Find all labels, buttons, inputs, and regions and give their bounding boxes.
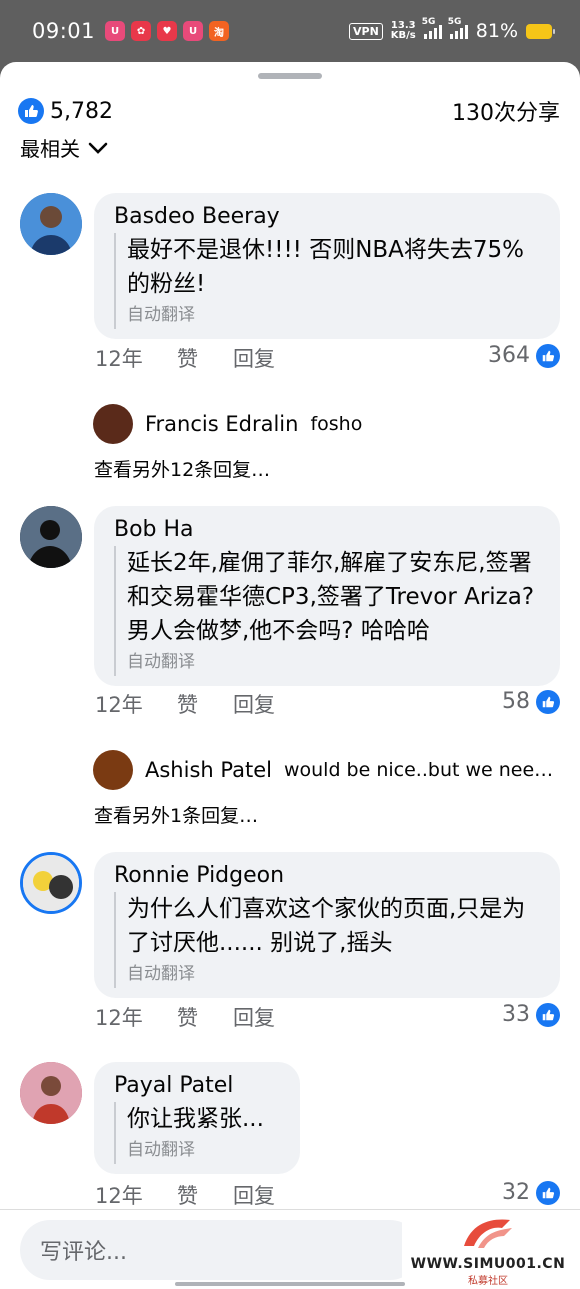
comment-actions: 12年 赞 回复 — [95, 689, 275, 719]
watermark-subtext: 私募社区 — [468, 1276, 508, 1287]
avatar[interactable] — [93, 404, 133, 444]
signal-label: 5G — [447, 17, 462, 27]
comment-composer: 写评论... WWW.SIMU001.CN 私募社区 — [0, 1209, 580, 1289]
reply-button[interactable]: 回复 — [233, 1002, 275, 1032]
view-more-replies-link[interactable]: 查看另外12条回复… — [94, 455, 270, 482]
vpn-icon: VPN — [349, 22, 383, 40]
net-speed: 13.3 KB/s — [391, 21, 416, 41]
comment-time: 12年 — [95, 1184, 143, 1208]
sort-label: 最相关 — [20, 137, 80, 161]
like-count[interactable]: 5,782 — [50, 99, 113, 124]
reactions-row: 5,782 130次分享 — [18, 95, 560, 127]
auto-translate-label[interactable]: 自动翻译 — [114, 1136, 282, 1164]
clock: 09:01 — [32, 19, 96, 43]
signal-label: 5G — [421, 17, 436, 27]
comment-bubble[interactable]: Payal Patel 你让我紧张... 自动翻译 — [94, 1062, 300, 1174]
auto-translate-label[interactable]: 自动翻译 — [114, 648, 542, 676]
watermark-text: WWW.SIMU001.CN — [410, 1256, 566, 1272]
comment-time: 12年 — [95, 347, 143, 371]
signal-icon: 5G — [448, 17, 468, 39]
comment-like-count: 58 — [502, 689, 530, 714]
net-speed-unit: KB/s — [390, 30, 416, 41]
avatar[interactable] — [20, 1062, 82, 1124]
comment-like-count: 33 — [502, 1002, 530, 1027]
avatar[interactable] — [20, 506, 82, 568]
like-icon — [536, 1002, 560, 1027]
sort-dropdown[interactable]: 最相关 — [20, 133, 108, 162]
auto-translate-label[interactable]: 自动翻译 — [114, 301, 542, 329]
comment-time: 12年 — [95, 1006, 143, 1030]
comment-likes[interactable]: 33 — [502, 1002, 560, 1027]
reply-text: would be nice..but we nee… — [283, 759, 554, 781]
comment: Ronnie Pidgeon 为什么人们喜欢这个家伙的页面,只是为了讨厌他...… — [18, 852, 562, 1022]
like-icon — [536, 689, 560, 714]
like-icon — [536, 343, 560, 368]
comment-likes[interactable]: 32 — [502, 1180, 560, 1205]
reply-text: fosho — [310, 413, 363, 435]
avatar[interactable] — [20, 193, 82, 255]
reply-author[interactable]: Ashish Patel — [145, 758, 272, 782]
taobao-icon: 淘 — [209, 21, 230, 41]
home-indicator[interactable] — [175, 1282, 405, 1286]
signal-icon: 5G — [422, 17, 442, 39]
comment-bubble[interactable]: Ronnie Pidgeon 为什么人们喜欢这个家伙的页面,只是为了讨厌他...… — [94, 852, 560, 998]
like-button[interactable]: 赞 — [177, 1180, 233, 1210]
view-more-replies-link[interactable]: 查看另外1条回复… — [94, 801, 258, 828]
comment-bubble[interactable]: Bob Ha 延长2年,雇佣了菲尔,解雇了安东尼,签署和交易霍华德CP3,签署了… — [94, 506, 560, 686]
reply-button[interactable]: 回复 — [233, 1180, 275, 1210]
reply-button[interactable]: 回复 — [233, 689, 275, 719]
comment-bubble[interactable]: Basdeo Beeray 最好不是退休!!!! 否则NBA将失去75%的粉丝!… — [94, 193, 560, 339]
comment-author[interactable]: Ronnie Pidgeon — [114, 862, 542, 890]
avatar[interactable] — [93, 750, 133, 790]
battery-percent: 81% — [475, 20, 518, 42]
watermark: WWW.SIMU001.CN 私募社区 — [402, 1212, 574, 1288]
like-button[interactable]: 赞 — [177, 689, 233, 719]
chevron-down-icon — [88, 142, 108, 154]
red-app-icon: U — [183, 21, 204, 41]
red-app-icon: U — [105, 21, 126, 41]
reply-preview[interactable]: Francis Edralin fosho — [93, 404, 562, 444]
avatar[interactable] — [20, 852, 82, 914]
auto-translate-label[interactable]: 自动翻译 — [114, 960, 542, 988]
like-icon — [536, 1180, 560, 1205]
comment-time: 12年 — [95, 693, 143, 717]
comment-input[interactable]: 写评论... — [20, 1220, 420, 1280]
comment-actions: 12年 赞 回复 — [95, 1002, 275, 1032]
comments-sheet: 5,782 130次分享 最相关 Basdeo Beeray 最好不是退休!!!… — [0, 62, 580, 1289]
like-button[interactable]: 赞 — [177, 343, 233, 373]
status-bar: 09:01 U ✿ ♥ U 淘 VPN 13.3 KB/s 5G 5G 81% — [0, 0, 580, 62]
gift-app-icon: ✿ — [131, 21, 152, 41]
share-count[interactable]: 130次分享 — [452, 95, 560, 127]
comment-likes[interactable]: 58 — [502, 689, 560, 714]
comment-text: 为什么人们喜欢这个家伙的页面,只是为了讨厌他...... 别说了,摇头 — [114, 892, 542, 960]
reply-author[interactable]: Francis Edralin — [145, 412, 298, 436]
comment-text: 你让我紧张... — [114, 1102, 282, 1136]
drag-handle[interactable] — [258, 73, 322, 79]
like-icon — [18, 98, 44, 124]
comment-likes[interactable]: 364 — [488, 343, 560, 368]
comment-like-count: 32 — [502, 1180, 530, 1205]
comment-text: 最好不是退休!!!! 否则NBA将失去75%的粉丝! — [114, 233, 542, 301]
comment-author[interactable]: Bob Ha — [114, 516, 542, 544]
comment-actions: 12年 赞 回复 — [95, 1180, 275, 1210]
comment-like-count: 364 — [488, 343, 530, 368]
reply-preview[interactable]: Ashish Patel would be nice..but we nee… — [93, 750, 562, 790]
comment-text: 延长2年,雇佣了菲尔,解雇了安东尼,签署和交易霍华德CP3,签署了Trevor … — [114, 546, 542, 648]
comment-author[interactable]: Payal Patel — [114, 1072, 282, 1100]
like-button[interactable]: 赞 — [177, 1002, 233, 1032]
comment: Bob Ha 延长2年,雇佣了菲尔,解雇了安东尼,签署和交易霍华德CP3,签署了… — [18, 506, 562, 686]
reply-button[interactable]: 回复 — [233, 343, 275, 373]
shop-app-icon: ♥ — [157, 21, 178, 41]
watermark-logo — [464, 1219, 512, 1248]
battery-icon — [526, 23, 555, 39]
notification-icons: U ✿ ♥ U 淘 — [105, 21, 230, 41]
comment-actions: 12年 赞 回复 — [95, 343, 275, 373]
comment: Payal Patel 你让我紧张... 自动翻译 — [18, 1062, 562, 1182]
comment-author[interactable]: Basdeo Beeray — [114, 203, 542, 231]
